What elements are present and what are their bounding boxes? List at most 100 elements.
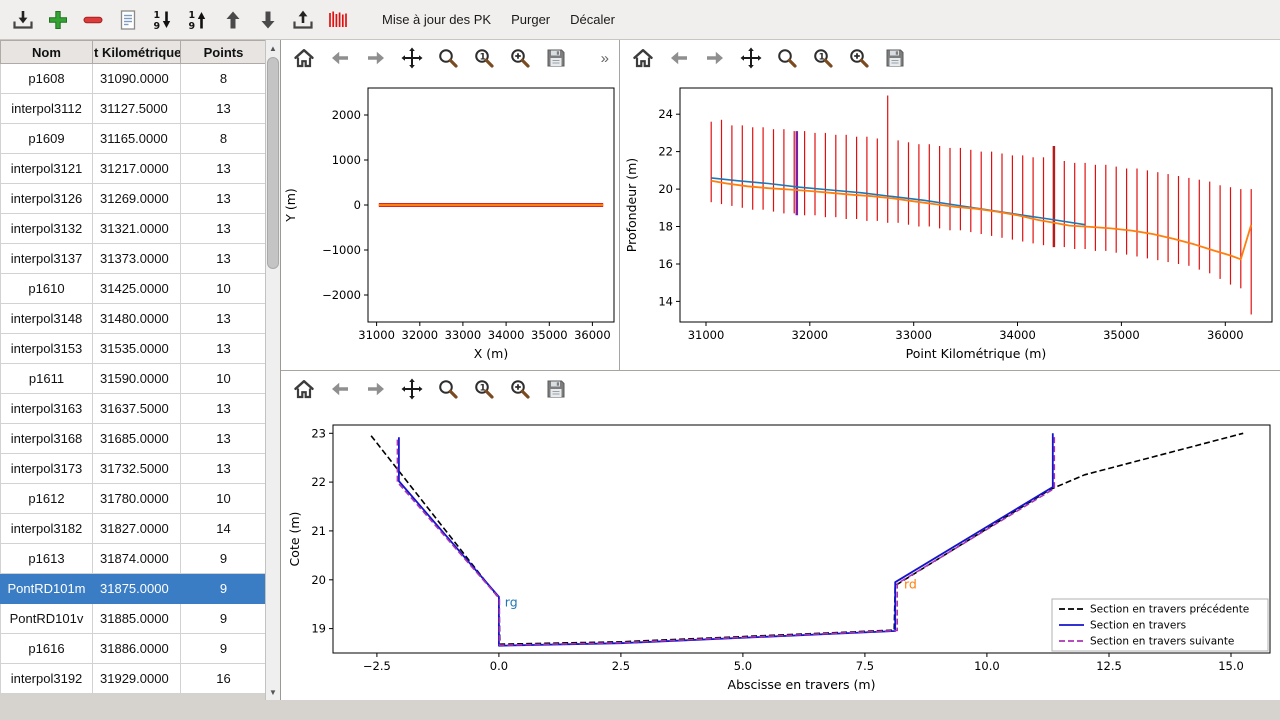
cell-points[interactable]: 10: [181, 364, 267, 394]
forward-button[interactable]: [363, 376, 389, 402]
pan-button[interactable]: [399, 45, 425, 71]
cell-points[interactable]: 13: [181, 94, 267, 124]
cell-pk[interactable]: 31780.0000: [93, 484, 181, 514]
table-row[interactable]: interpol318231827.000014: [1, 514, 267, 544]
cell-pk[interactable]: 31269.0000: [93, 184, 181, 214]
cell-points[interactable]: 14: [181, 514, 267, 544]
table-row[interactable]: p161331874.00009: [1, 544, 267, 574]
table-row[interactable]: interpol315331535.000013: [1, 334, 267, 364]
cross-section-chart[interactable]: −2.50.02.55.07.510.012.515.01920212223Ab…: [281, 407, 1280, 701]
cell-points[interactable]: 16: [181, 664, 267, 694]
table-row[interactable]: interpol312631269.000013: [1, 184, 267, 214]
table-row[interactable]: interpol317331732.500013: [1, 454, 267, 484]
home-button[interactable]: [291, 45, 317, 71]
cell-pk[interactable]: 31590.0000: [93, 364, 181, 394]
cell-points[interactable]: 13: [181, 394, 267, 424]
cell-nom[interactable]: p1608: [1, 64, 93, 94]
table-row[interactable]: interpol316831685.000013: [1, 424, 267, 454]
pan-button[interactable]: [399, 376, 425, 402]
sections-profile-button[interactable]: [323, 5, 353, 35]
cell-pk[interactable]: 31090.0000: [93, 64, 181, 94]
scrollbar-up-button[interactable]: ▲: [266, 41, 280, 55]
cell-pk[interactable]: 31929.0000: [93, 664, 181, 694]
menu-d-caler[interactable]: Décaler: [560, 7, 625, 32]
cell-pk[interactable]: 31321.0000: [93, 214, 181, 244]
back-button[interactable]: [327, 45, 353, 71]
zoom-rect-button[interactable]: [774, 45, 800, 71]
cell-pk[interactable]: 31827.0000: [93, 514, 181, 544]
remove-section-button[interactable]: [78, 5, 108, 35]
save-figure-button[interactable]: [543, 376, 569, 402]
cell-pk[interactable]: 31535.0000: [93, 334, 181, 364]
table-row[interactable]: p161031425.000010: [1, 274, 267, 304]
zoom-rect-button[interactable]: [435, 45, 461, 71]
back-button[interactable]: [666, 45, 692, 71]
cell-points[interactable]: 13: [181, 304, 267, 334]
move-up-button[interactable]: [218, 5, 248, 35]
long-profile-chart[interactable]: 3100032000330003400035000360001416182022…: [620, 76, 1280, 370]
cell-points[interactable]: 10: [181, 274, 267, 304]
save-figure-button[interactable]: [882, 45, 908, 71]
zoom-auto-button[interactable]: [507, 45, 533, 71]
cell-nom[interactable]: interpol3137: [1, 244, 93, 274]
back-button[interactable]: [327, 376, 353, 402]
column-header-0[interactable]: Nom: [1, 41, 93, 64]
import-button[interactable]: [8, 5, 38, 35]
cell-points[interactable]: 8: [181, 124, 267, 154]
plan-view-chart[interactable]: 310003200033000340003500036000−2000−1000…: [281, 76, 619, 370]
zoom-auto-button[interactable]: [507, 376, 533, 402]
cell-points[interactable]: 13: [181, 334, 267, 364]
table-row[interactable]: interpol316331637.500013: [1, 394, 267, 424]
cell-pk[interactable]: 31373.0000: [93, 244, 181, 274]
column-header-2[interactable]: Points: [181, 41, 267, 64]
cell-pk[interactable]: 31217.0000: [93, 154, 181, 184]
table-row[interactable]: p160831090.00008: [1, 64, 267, 94]
table-row[interactable]: PontRD101v31885.00009: [1, 604, 267, 634]
zoom-original-button[interactable]: 1: [810, 45, 836, 71]
cell-nom[interactable]: p1610: [1, 274, 93, 304]
cell-nom[interactable]: interpol3168: [1, 424, 93, 454]
cell-nom[interactable]: p1613: [1, 544, 93, 574]
cell-nom[interactable]: interpol3121: [1, 154, 93, 184]
cell-pk[interactable]: 31885.0000: [93, 604, 181, 634]
cell-points[interactable]: 10: [181, 484, 267, 514]
cell-pk[interactable]: 31425.0000: [93, 274, 181, 304]
table-row[interactable]: p161631886.00009: [1, 634, 267, 664]
cell-nom[interactable]: p1609: [1, 124, 93, 154]
cell-points[interactable]: 13: [181, 154, 267, 184]
cell-nom[interactable]: PontRD101m: [1, 574, 93, 604]
table-row[interactable]: p160931165.00008: [1, 124, 267, 154]
cell-nom[interactable]: PontRD101v: [1, 604, 93, 634]
table-row[interactable]: interpol312131217.000013: [1, 154, 267, 184]
cell-points[interactable]: 13: [181, 244, 267, 274]
cell-pk[interactable]: 31732.5000: [93, 454, 181, 484]
cell-points[interactable]: 13: [181, 214, 267, 244]
home-button[interactable]: [630, 45, 656, 71]
cell-pk[interactable]: 31875.0000: [93, 574, 181, 604]
cell-points[interactable]: 13: [181, 184, 267, 214]
edit-section-button[interactable]: [113, 5, 143, 35]
forward-button[interactable]: [363, 45, 389, 71]
forward-button[interactable]: [702, 45, 728, 71]
sort-ascending-button[interactable]: 19: [183, 5, 213, 35]
cell-nom[interactable]: interpol3148: [1, 304, 93, 334]
cell-pk[interactable]: 31127.5000: [93, 94, 181, 124]
cell-nom[interactable]: interpol3182: [1, 514, 93, 544]
table-row[interactable]: interpol319231929.000016: [1, 664, 267, 694]
column-header-1[interactable]: t Kilométrique: [93, 41, 181, 64]
cell-pk[interactable]: 31637.5000: [93, 394, 181, 424]
cell-nom[interactable]: p1612: [1, 484, 93, 514]
cell-nom[interactable]: p1616: [1, 634, 93, 664]
export-button[interactable]: [288, 5, 318, 35]
cell-points[interactable]: 9: [181, 634, 267, 664]
cell-pk[interactable]: 31874.0000: [93, 544, 181, 574]
cell-nom[interactable]: interpol3132: [1, 214, 93, 244]
cell-nom[interactable]: interpol3192: [1, 664, 93, 694]
cell-points[interactable]: 9: [181, 544, 267, 574]
table-row[interactable]: interpol313731373.000013: [1, 244, 267, 274]
cell-points[interactable]: 13: [181, 454, 267, 484]
cell-nom[interactable]: interpol3153: [1, 334, 93, 364]
home-button[interactable]: [291, 376, 317, 402]
table-row[interactable]: interpol314831480.000013: [1, 304, 267, 334]
table-row[interactable]: interpol313231321.000013: [1, 214, 267, 244]
